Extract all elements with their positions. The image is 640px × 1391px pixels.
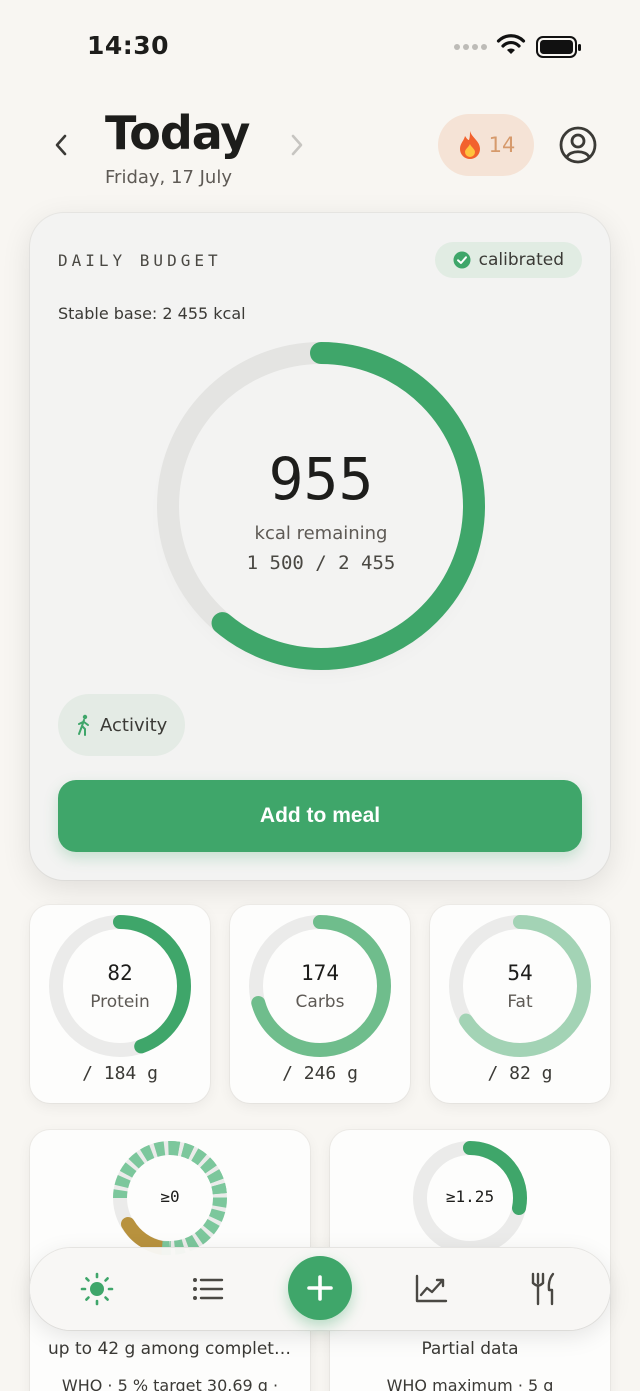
tab-trends[interactable] (411, 1269, 451, 1309)
fiber-value: ≥0 (160, 1187, 180, 1206)
kcal-remaining-label: kcal remaining (254, 522, 388, 544)
bottom-tab-bar (30, 1248, 610, 1330)
fat-ring (449, 915, 591, 1057)
protein-ring (49, 915, 191, 1057)
chevron-right-icon (291, 134, 303, 156)
check-circle-icon (453, 251, 471, 269)
macro-goal: / 246 g (282, 1063, 358, 1084)
sun-icon (80, 1272, 114, 1306)
utensils-icon (531, 1272, 555, 1306)
wifi-icon (496, 34, 526, 54)
signal-dots-icon (454, 44, 487, 50)
status-bar: 14:30 (0, 0, 640, 95)
macro-goal: / 184 g (82, 1063, 158, 1084)
salt-text: Partial data (421, 1339, 519, 1359)
page-title: Today (105, 106, 250, 160)
streak-count: 14 (488, 133, 516, 157)
add-button[interactable] (288, 1256, 352, 1320)
budget-ring: 955 kcal remaining 1 500 / 2 455 (156, 341, 486, 671)
activity-button[interactable]: Activity (58, 694, 186, 756)
calibrated-badge: calibrated (434, 242, 582, 278)
next-day-button[interactable] (282, 130, 312, 160)
macro-value: 174 (301, 961, 339, 985)
macro-goal: / 82 g (487, 1063, 553, 1084)
macro-value: 54 (507, 961, 533, 985)
ring-center: 955 kcal remaining 1 500 / 2 455 (156, 341, 486, 671)
macro-card-fat[interactable]: 54 Fat / 82 g (430, 905, 610, 1103)
activity-label: Activity (100, 714, 168, 736)
calibrated-label: calibrated (478, 250, 564, 270)
macro-name: Fat (507, 992, 533, 1012)
tab-today[interactable] (77, 1269, 117, 1309)
kcal-remaining-value: 955 (268, 444, 374, 513)
kcal-ratio: 1 500 / 2 455 (246, 551, 396, 574)
flame-icon (459, 131, 480, 159)
walking-icon (78, 714, 89, 736)
profile-button[interactable] (558, 125, 598, 165)
macro-value: 82 (107, 961, 133, 985)
user-circle-icon (559, 126, 597, 164)
tab-meals[interactable] (524, 1269, 564, 1309)
list-icon (193, 1278, 224, 1300)
daily-budget-card: DAILY BUDGET calibrated Stable base: 2 4… (30, 213, 610, 880)
header: Today Friday, 17 July 14 (0, 100, 640, 200)
macro-name: Protein (90, 992, 150, 1012)
status-time: 14:30 (87, 31, 170, 60)
chart-icon (415, 1274, 448, 1303)
chevron-left-icon (55, 134, 67, 156)
fiber-text: up to 42 g among complete... (48, 1339, 301, 1359)
macro-card-protein[interactable]: 82 Protein / 184 g (30, 905, 210, 1103)
salt-subtext: WHO maximum · 5 g (386, 1376, 554, 1391)
macro-card-carbs[interactable]: 174 Carbs / 246 g (230, 905, 410, 1103)
fiber-subtext: WHO · 5 % target 30.69 g · (61, 1376, 279, 1391)
streak-badge[interactable]: 14 (438, 114, 534, 176)
stable-base: Stable base: 2 455 kcal (58, 304, 246, 323)
carbs-ring (249, 915, 391, 1057)
salt-value: ≥1.25 (445, 1187, 495, 1206)
fiber-warning-arc (121, 1217, 169, 1255)
previous-day-button[interactable] (46, 130, 76, 160)
macro-name: Carbs (295, 992, 345, 1012)
tab-list[interactable] (188, 1269, 228, 1309)
plus-icon (307, 1275, 333, 1301)
add-to-meal-button[interactable]: Add to meal (58, 780, 582, 852)
page-date: Friday, 17 July (105, 167, 232, 188)
battery-icon (536, 36, 581, 58)
budget-label: DAILY BUDGET (58, 251, 222, 270)
